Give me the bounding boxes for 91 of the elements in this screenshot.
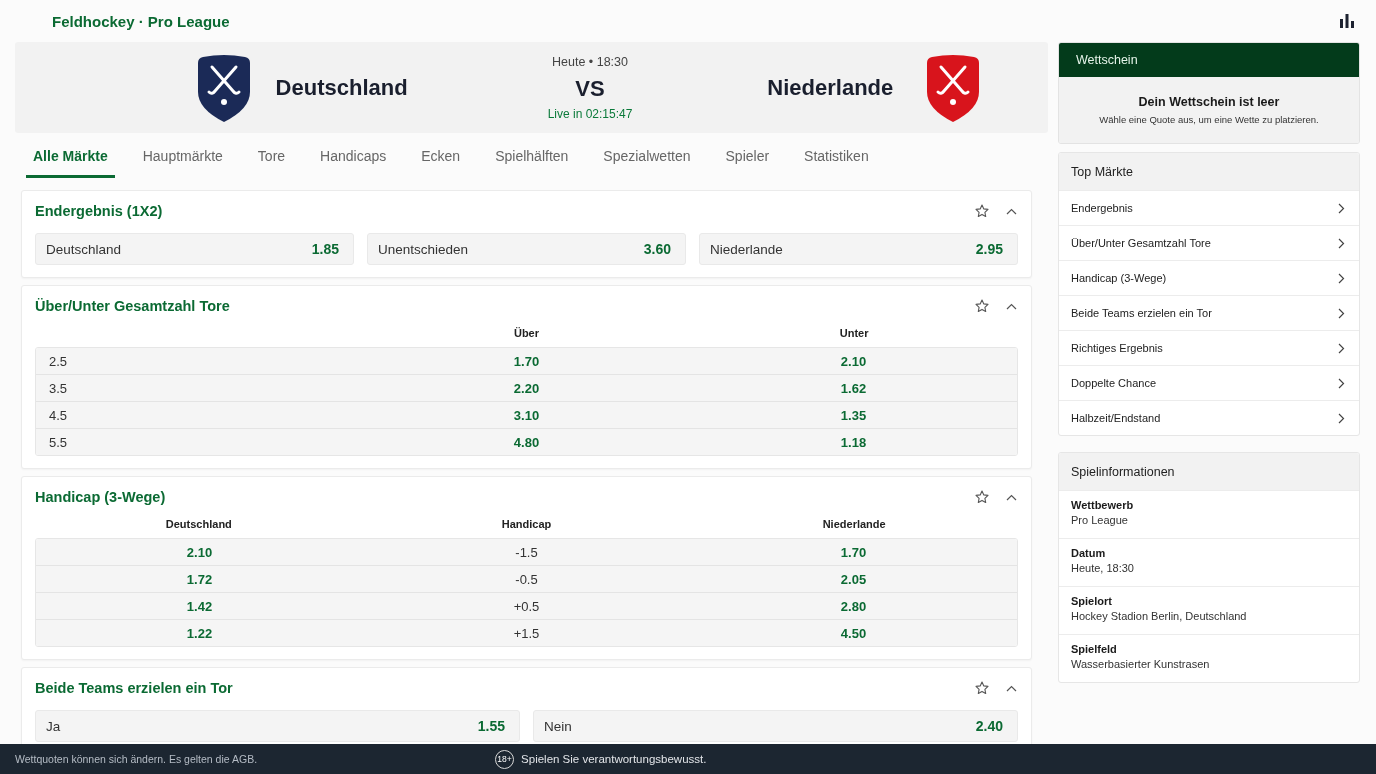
star-icon[interactable]: [975, 299, 989, 313]
column-header: Über: [513, 327, 539, 339]
odds-button[interactable]: 1.62: [840, 380, 867, 396]
footer-disclaimer: Wettquoten können sich ändern. Es gelten die AGB.: [15, 753, 258, 765]
chevron-right-icon: [1338, 272, 1345, 284]
panel-title: Spielinformationen: [1059, 453, 1359, 490]
market-link[interactable]: Handicap (3-Wege): [1059, 260, 1359, 295]
team-name: Niederlande: [767, 74, 894, 101]
info-value: Wasserbasierter Kunstrasen: [1071, 658, 1210, 670]
match-time: Heute • 18:30: [552, 54, 628, 71]
line-value: 2.5: [49, 353, 68, 369]
line-value: 4.5: [49, 407, 68, 423]
column-header: Deutschland: [165, 518, 232, 530]
line-value: -1.5: [515, 544, 538, 560]
market-tab[interactable]: Handicaps: [313, 133, 394, 178]
market-link[interactable]: Doppelte Chance: [1059, 365, 1359, 400]
chevron-right-icon: [1338, 237, 1345, 249]
chevron-icon[interactable]: [1006, 207, 1017, 215]
odds-button[interactable]: 4.80: [513, 434, 540, 450]
star-icon[interactable]: [975, 681, 989, 695]
chevron-right-icon: [1338, 202, 1345, 214]
info-label: Wettbewerb: [1071, 499, 1134, 511]
chevron-icon[interactable]: [1006, 302, 1017, 310]
market-link[interactable]: Über/Unter Gesamtzahl Tore: [1059, 225, 1359, 260]
info-value: Hockey Stadion Berlin, Deutschland: [1071, 610, 1247, 622]
odds-button[interactable]: 1.35: [840, 407, 867, 423]
line-value: +1.5: [513, 625, 540, 641]
odds-button[interactable]: 3.10: [513, 407, 540, 423]
line-value: +0.5: [513, 598, 540, 614]
market-link[interactable]: Halbzeit/Endstand: [1059, 400, 1359, 435]
line-value: -0.5: [515, 571, 538, 587]
odds-button[interactable]: 1.70: [513, 353, 540, 369]
market-tab[interactable]: Spielhälften: [488, 133, 576, 178]
star-icon[interactable]: [975, 490, 989, 504]
market-title: Über/Unter Gesamtzahl Tore: [35, 298, 230, 314]
empty-betslip-title: Dein Wettschein ist leer: [1138, 95, 1280, 109]
odds-button[interactable]: 2.10: [840, 353, 867, 369]
odds-button[interactable]: Ja 1.55: [35, 710, 520, 742]
chevron-right-icon: [1338, 412, 1345, 424]
odds-button[interactable]: 1.42: [186, 598, 213, 614]
versus-label: VS: [575, 75, 605, 103]
market-tab[interactable]: Alle Märkte: [26, 133, 115, 178]
chevron-icon[interactable]: [1006, 684, 1017, 692]
odds-button[interactable]: 2.20: [513, 380, 540, 396]
chevron-right-icon: [1338, 342, 1345, 354]
market-tab[interactable]: Ecken: [414, 133, 468, 178]
chevron-icon[interactable]: [1006, 493, 1017, 501]
betslip-header: Wettschein: [1059, 43, 1359, 77]
chevron-right-icon: [1338, 307, 1345, 319]
info-label: Datum: [1071, 547, 1106, 559]
breadcrumb-title: Feldhockey · Pro League: [52, 12, 230, 30]
odds-button[interactable]: Niederlande 2.95: [699, 233, 1018, 265]
live-countdown: Live in 02:15:47: [547, 106, 633, 122]
market-title: Beide Teams erzielen ein Tor: [35, 680, 233, 696]
team-name: Deutschland: [275, 74, 408, 101]
market-link[interactable]: Beide Teams erzielen ein Tor: [1059, 295, 1359, 330]
responsible-gaming-text: Spielen Sie verantwortungsbewusst.: [521, 753, 707, 765]
market-link[interactable]: Richtiges Ergebnis: [1059, 330, 1359, 365]
info-value: Heute, 18:30: [1071, 562, 1134, 574]
info-label: Spielort: [1071, 595, 1112, 607]
market-tab[interactable]: Hauptmärkte: [135, 133, 230, 178]
odds-button[interactable]: Nein 2.40: [533, 710, 1018, 742]
market-title: Endergebnis (1X2): [35, 203, 163, 219]
bar-chart-icon[interactable]: [1340, 14, 1354, 28]
odds-button[interactable]: Unentschieden 3.60: [367, 233, 686, 265]
odds-button[interactable]: Deutschland 1.85: [35, 233, 354, 265]
line-value: 3.5: [49, 380, 68, 396]
odds-button[interactable]: 1.72: [186, 571, 213, 587]
market-title: Handicap (3-Wege): [35, 489, 166, 505]
odds-button[interactable]: 2.10: [186, 544, 213, 560]
star-icon[interactable]: [975, 204, 989, 218]
column-header: Handicap: [501, 518, 552, 530]
column-header: Unter: [839, 327, 869, 339]
odds-button[interactable]: 1.70: [840, 544, 867, 560]
info-value: Pro League: [1071, 514, 1128, 526]
odds-button[interactable]: 1.18: [840, 434, 867, 450]
odds-button[interactable]: 1.22: [186, 625, 213, 641]
info-label: Spielfeld: [1071, 643, 1117, 655]
odds-button[interactable]: 2.05: [840, 571, 867, 587]
market-tab[interactable]: Spieler: [718, 133, 777, 178]
market-tab[interactable]: Spezialwetten: [596, 133, 698, 178]
empty-betslip-hint: Wähle eine Quote aus, um eine Wette zu platzieren.: [1099, 114, 1319, 125]
market-tab[interactable]: Tore: [250, 133, 293, 178]
market-tab[interactable]: Statistiken: [797, 133, 876, 178]
odds-button[interactable]: 2.80: [840, 598, 867, 614]
chevron-right-icon: [1338, 377, 1345, 389]
market-link[interactable]: Endergebnis: [1059, 190, 1359, 225]
panel-title: Top Märkte: [1059, 153, 1359, 190]
odds-button[interactable]: 4.50: [840, 625, 867, 641]
column-header: Niederlande: [822, 518, 886, 530]
line-value: 5.5: [49, 434, 68, 450]
